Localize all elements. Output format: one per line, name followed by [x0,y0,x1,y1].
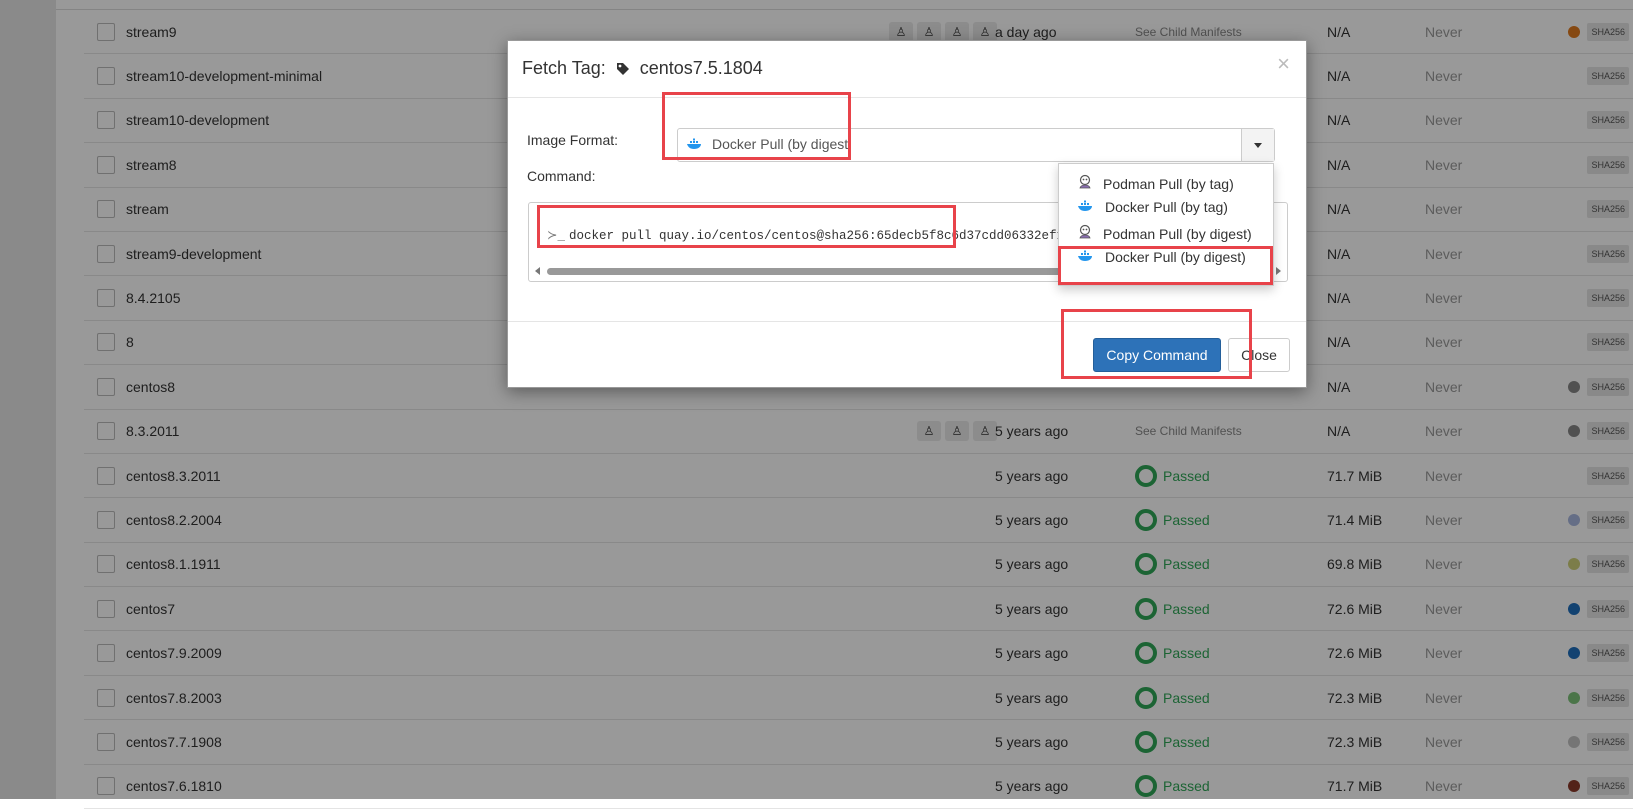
command-label: Command: [527,168,596,184]
scroll-left-icon[interactable] [535,267,540,275]
image-format-select[interactable]: Docker Pull (by digest [677,128,1275,162]
dropdown-option-podman-pull-by-tag[interactable]: Podman Pull (by tag) [1077,174,1234,193]
scrollbar-thumb[interactable] [547,268,1087,275]
image-format-label: Image Format: [527,132,619,148]
docker-icon [1077,199,1095,215]
command-text-row: ≻_ docker pull quay.io/centos/centos@sha2… [547,227,1087,243]
dropdown-option-podman-pull-by-digest[interactable]: Podman Pull (by digest) [1077,224,1252,243]
terminal-prompt-icon: ≻_ [547,229,565,243]
image-format-dropdown: Podman Pull (by tag) Docker Pull (by tag)… [1058,163,1274,286]
scroll-right-icon[interactable] [1276,267,1281,275]
docker-icon [687,138,701,149]
close-icon[interactable]: × [1277,51,1290,77]
dropdown-option-label: Docker Pull (by digest) [1105,249,1246,265]
close-button[interactable]: Close [1228,338,1290,372]
command-text[interactable]: docker pull quay.io/centos/centos@sha256… [569,229,1087,243]
dialog-title-prefix: Fetch Tag: [522,58,606,78]
dropdown-option-docker-pull-by-tag[interactable]: Docker Pull (by tag) [1077,199,1228,215]
copy-command-button[interactable]: Copy Command [1093,338,1221,372]
docker-icon [1077,249,1095,265]
dropdown-option-label: Docker Pull (by tag) [1105,199,1228,215]
tag-icon [616,62,629,75]
dropdown-option-label: Podman Pull (by digest) [1103,225,1252,242]
dropdown-option-label: Podman Pull (by tag) [1103,175,1234,192]
image-format-selected: Docker Pull (by digest [686,136,848,152]
caret-down-icon [1254,143,1262,148]
select-toggle-button[interactable] [1241,129,1274,161]
image-format-value: Docker Pull (by digest [712,136,849,152]
dialog-title: Fetch Tag: centos7.5.1804 [522,58,763,79]
tag-name: centos7.5.1804 [639,58,763,78]
dialog-header: Fetch Tag: centos7.5.1804 × [508,41,1306,98]
podman-icon [1077,224,1093,243]
dialog-footer: Copy Command Close [508,321,1306,388]
dropdown-option-docker-pull-by-digest[interactable]: Docker Pull (by digest) [1077,249,1246,265]
podman-icon [1077,174,1093,193]
